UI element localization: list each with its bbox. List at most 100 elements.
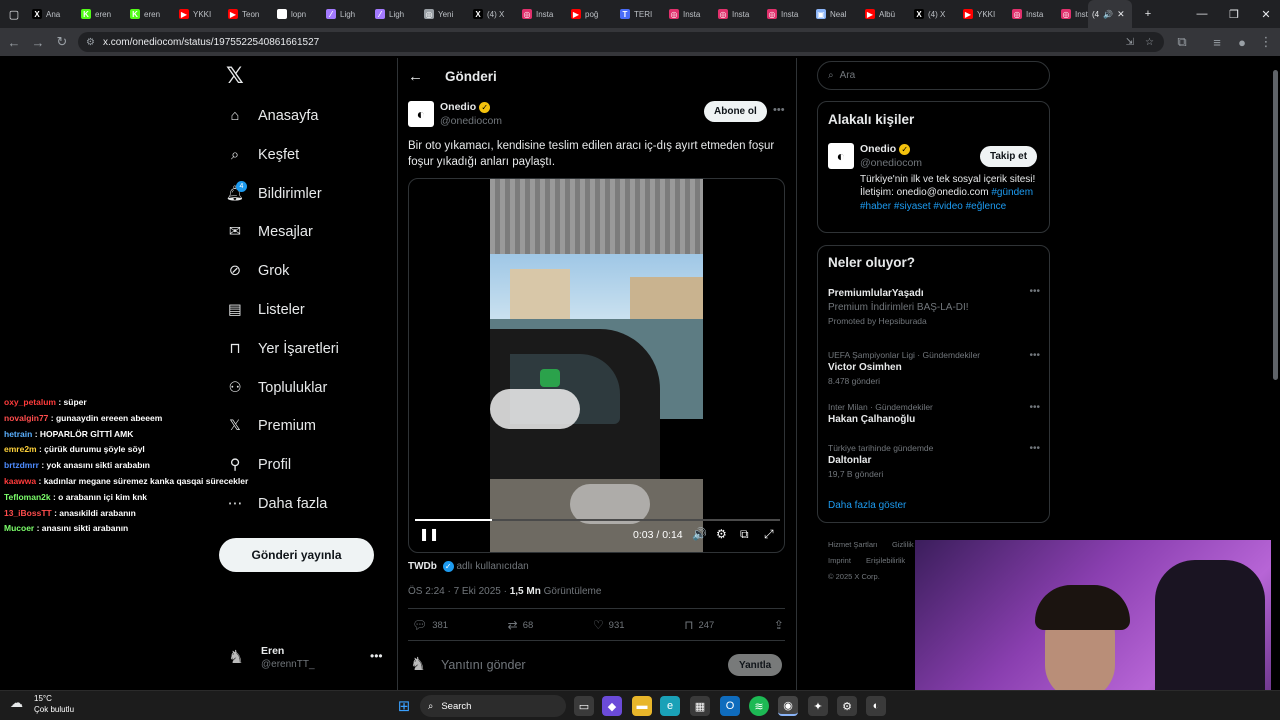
browser-tab[interactable]: ▶ Teon — [224, 0, 273, 28]
browser-tab[interactable]: X (4) X — [469, 0, 518, 28]
active-tab[interactable]: (4 🔊 ✕ — [1088, 0, 1132, 28]
nav-item[interactable]: ⊓ Yer İşaretleri — [226, 334, 339, 364]
account-switcher[interactable]: ♞ Eren @erennTT_ ••• — [228, 645, 388, 673]
browser-tab[interactable]: T TERI — [616, 0, 665, 28]
close-window-button[interactable]: ✕ — [1250, 0, 1280, 28]
browser-tab[interactable]: Keren — [77, 0, 126, 28]
browser-tab[interactable]: ◎ Insta — [714, 0, 763, 28]
copilot-icon[interactable]: ◆ — [602, 696, 622, 716]
trend-item[interactable]: PremiumlularYaşadı Premium İndirimleri BA… — [828, 286, 1040, 326]
scrollbar-thumb[interactable] — [1273, 70, 1278, 380]
repost-button[interactable]: ⇄ 68 — [508, 618, 534, 632]
back-arrow-icon[interactable]: ← — [408, 68, 423, 85]
forward-button[interactable]: → — [26, 30, 50, 54]
pause-icon[interactable]: ❚❚ — [419, 527, 439, 541]
reply-input[interactable]: Yanıtını gönder — [441, 658, 526, 672]
start-icon[interactable]: ⊞ — [394, 696, 414, 716]
trend-more-icon[interactable]: ••• — [1029, 443, 1040, 454]
author-name[interactable]: Onedio ✓ — [440, 101, 491, 113]
bookmark-star-icon[interactable]: ☆ — [1145, 37, 1154, 48]
task-view-icon[interactable]: ▭ — [574, 696, 594, 716]
browser-tab[interactable]: ◎ Insta — [763, 0, 812, 28]
nav-item[interactable]: ✉ Mesajlar — [226, 217, 313, 247]
extensions-icon[interactable]: ⧉ — [1170, 30, 1194, 54]
profile-avatar-icon[interactable]: ● — [1230, 30, 1254, 54]
settings-gear-icon[interactable]: ⚙ — [837, 696, 857, 716]
reply-button-submit[interactable]: Yanıtla — [728, 654, 783, 676]
maximize-button[interactable]: ❐ — [1218, 0, 1250, 28]
x-logo[interactable]: 𝕏 — [226, 65, 246, 87]
nav-item[interactable]: 🔔︎ 4 Bildirimler — [226, 179, 322, 209]
file-explorer-icon[interactable]: ▬ — [632, 696, 652, 716]
footer-link[interactable]: Erişilebilirlik — [866, 553, 914, 569]
chrome-icon[interactable]: ◉ — [778, 696, 798, 716]
app-icon[interactable]: ◐ — [866, 696, 886, 716]
site-info-icon[interactable]: ⚙ — [86, 37, 95, 48]
spotify-icon[interactable]: ≋ — [749, 696, 769, 716]
taskbar-search[interactable]: ⌕ Search — [420, 695, 566, 717]
address-bar[interactable]: ⚙ x.com/onediocom/status/197552254086166… — [78, 32, 1164, 52]
trend-more-icon[interactable]: ••• — [1029, 350, 1040, 361]
browser-tab[interactable]: X (4) X — [910, 0, 959, 28]
menu-kebab-icon[interactable]: ⋮ — [1254, 30, 1278, 54]
search-input[interactable]: ⌕ Ara — [817, 61, 1050, 90]
nav-item[interactable]: ⌂ Anasayfa — [226, 101, 319, 131]
related-name[interactable]: Onedio ✓ — [860, 143, 911, 155]
settings-icon[interactable]: ⚙ — [716, 527, 727, 541]
media-icon[interactable]: ≡ — [1205, 30, 1229, 54]
app-icon[interactable]: ✦ — [808, 696, 828, 716]
more-dots-icon[interactable]: ••• — [370, 649, 383, 663]
timestamp-text[interactable]: ÖS 2:24 · 7 Eki 2025 · — [408, 586, 510, 597]
video-player[interactable]: ❚❚ 0:03 / 0:14 🔊 ⚙ ⧉ ⤢ — [408, 178, 785, 553]
trend-item[interactable]: Inter Milan · Gündemdekiler Hakan Çalhano… — [828, 402, 1040, 425]
nav-item[interactable]: ⌕ Keşfet — [226, 140, 299, 170]
post-button[interactable]: Gönderi yayınla — [219, 538, 374, 572]
browser-tab[interactable]: ⁄ Ligh — [371, 0, 420, 28]
browser-tab[interactable]: ▶ Albü — [861, 0, 910, 28]
outlook-icon[interactable]: O — [720, 696, 740, 716]
follow-button[interactable]: Takip et — [980, 146, 1038, 167]
install-icon[interactable]: ⇲ — [1126, 37, 1134, 48]
minimize-button[interactable]: — — [1186, 0, 1218, 28]
browser-tab[interactable]: ◎ Insta — [665, 0, 714, 28]
browser-tab[interactable]: X Ana — [28, 0, 77, 28]
browser-tab[interactable]: Glopn — [273, 0, 322, 28]
related-avatar[interactable]: ◐ — [828, 143, 854, 169]
source-user[interactable]: TWDb — [408, 561, 437, 572]
browser-tab[interactable]: ▶ poğ — [567, 0, 616, 28]
show-more-link[interactable]: Daha fazla göster — [828, 500, 906, 511]
store-icon[interactable]: ▦ — [690, 696, 710, 716]
browser-tab[interactable]: ⁄ Ligh — [322, 0, 371, 28]
volume-icon[interactable]: 🔊 — [692, 527, 707, 541]
browser-tab[interactable]: ▣ Neal — [812, 0, 861, 28]
trend-item[interactable]: UEFA Şampiyonlar Ligi · Gündemdekiler Vic… — [828, 350, 1040, 386]
browser-tab[interactable]: ◎ Insta — [1008, 0, 1057, 28]
nav-item[interactable]: ⊘ Grok — [226, 256, 290, 286]
reply-button[interactable]: 💬︎ 381 — [412, 618, 448, 632]
author-handle[interactable]: @onediocom — [440, 115, 502, 127]
browser-tab[interactable]: Keren — [126, 0, 175, 28]
weather-icon[interactable]: ☁ — [10, 695, 23, 711]
browser-tab[interactable]: ▶ YKKI — [175, 0, 224, 28]
subscribe-button[interactable]: Abone ol — [704, 101, 767, 122]
edge-icon[interactable]: e — [660, 696, 680, 716]
nav-item[interactable]: ▤ Listeler — [226, 295, 305, 325]
trend-more-icon[interactable]: ••• — [1029, 402, 1040, 413]
trend-more-icon[interactable]: ••• — [1029, 286, 1040, 297]
post-more-icon[interactable]: ••• — [773, 104, 785, 116]
browser-tab[interactable]: ▶ YKKI — [959, 0, 1008, 28]
author-avatar[interactable]: ◐ — [408, 101, 434, 127]
footer-link[interactable]: Gizlilik — [866, 537, 914, 553]
browser-tab[interactable]: ◎ Yeni — [420, 0, 469, 28]
pip-icon[interactable]: ⧉ — [740, 527, 749, 542]
related-handle[interactable]: @onediocom — [860, 157, 922, 169]
new-tab-button[interactable]: + — [1132, 0, 1164, 28]
back-button[interactable]: ← — [2, 30, 26, 54]
trend-item[interactable]: Türkiye tarihinde gündemde Daltonlar 19,7 … — [828, 443, 1040, 479]
reload-button[interactable]: ↻ — [50, 30, 74, 54]
share-button[interactable]: ⇪ — [774, 618, 784, 632]
bookmark-button[interactable]: ⊓ 247 — [684, 618, 714, 632]
tab-search-icon[interactable]: ▢ — [0, 0, 28, 28]
browser-tab[interactable]: ◎ Insta — [518, 0, 567, 28]
fullscreen-icon[interactable]: ⤢ — [764, 527, 774, 542]
